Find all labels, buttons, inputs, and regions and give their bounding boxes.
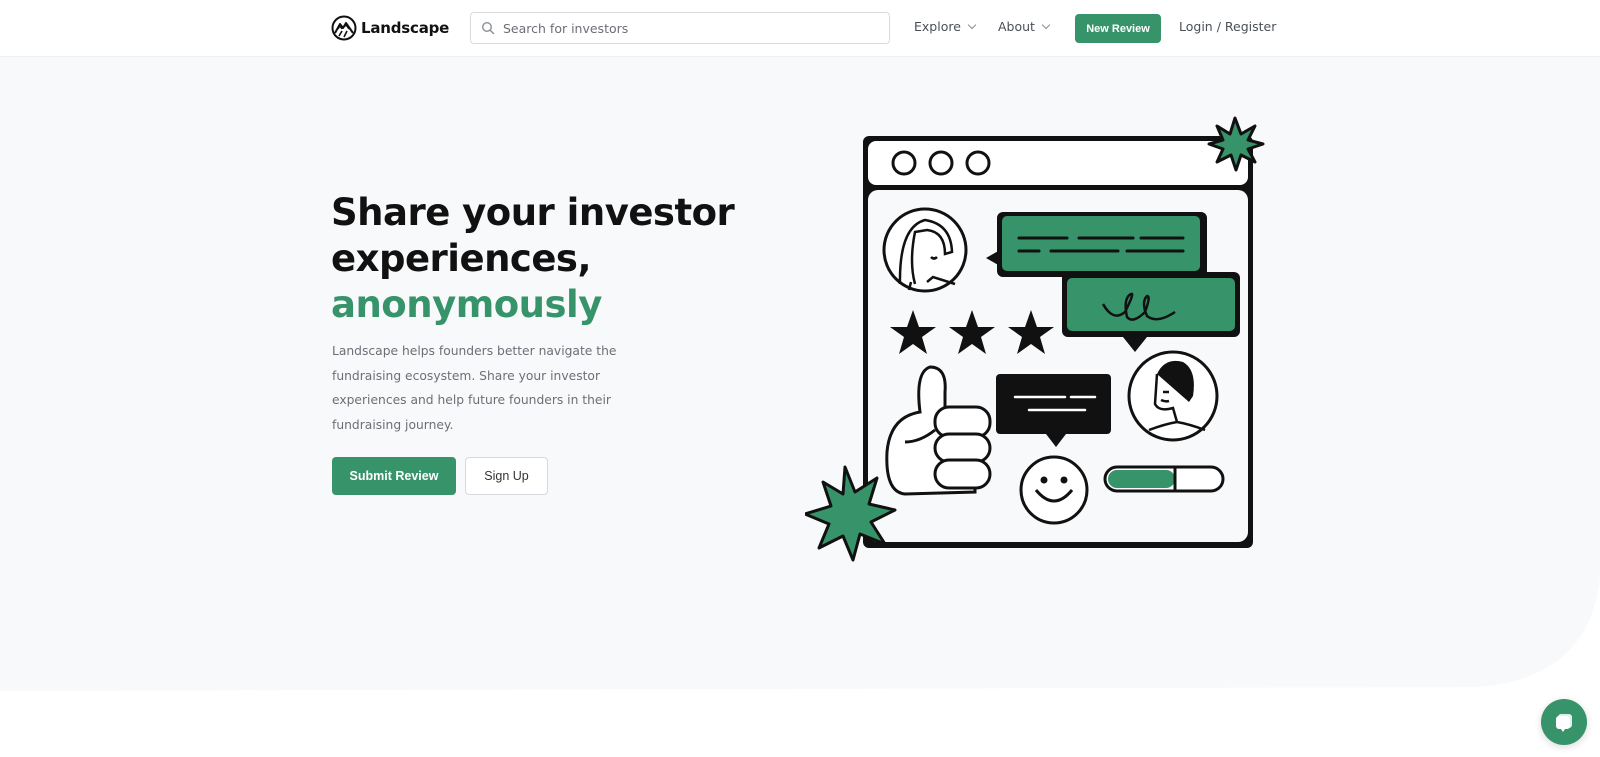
- top-navbar: Landscape Explore About New Review Login…: [0, 0, 1600, 57]
- window-dot-icon: [891, 150, 917, 176]
- progress-bar: [1103, 465, 1225, 493]
- submit-review-button[interactable]: Submit Review: [332, 457, 456, 495]
- search-input[interactable]: [503, 20, 863, 36]
- green-starburst-icon: [1207, 116, 1265, 172]
- hero-illustration: [805, 116, 1265, 562]
- progress-bar-fill: [1108, 470, 1175, 488]
- nav-explore-dropdown[interactable]: Explore: [914, 19, 977, 34]
- nav-about-label: About: [998, 19, 1035, 34]
- sign-up-button[interactable]: Sign Up: [465, 457, 548, 495]
- browser-titlebar: [868, 141, 1248, 185]
- hero-title-line1: Share your investor: [331, 191, 735, 234]
- hero-description: Landscape helps founders better navigate…: [332, 344, 617, 432]
- search-icon: [481, 21, 495, 35]
- new-review-button[interactable]: New Review: [1075, 14, 1161, 43]
- window-dot-icon: [928, 150, 954, 176]
- chevron-down-icon: [1041, 20, 1051, 29]
- search-box[interactable]: [470, 12, 890, 44]
- brand-logo[interactable]: Landscape: [331, 15, 449, 41]
- smiley-face-icon: [1019, 455, 1089, 525]
- brand-name: Landscape: [361, 19, 450, 37]
- green-speech-bubble-icon: [986, 212, 1207, 277]
- hero-title-accent: anonymously: [331, 283, 602, 326]
- woman-avatar-icon: [882, 207, 968, 293]
- hero-title: Share your investor experiences, anonymo…: [331, 190, 735, 328]
- login-register-link[interactable]: Login / Register: [1179, 19, 1276, 34]
- chat-support-button[interactable]: [1541, 699, 1587, 745]
- window-dot-icon: [965, 150, 991, 176]
- chevron-down-icon: [967, 20, 977, 29]
- man-avatar-icon: [1127, 350, 1219, 442]
- mountain-logo-icon: [331, 15, 357, 41]
- chat-bubble-icon: [1556, 714, 1572, 732]
- nav-explore-label: Explore: [914, 19, 961, 34]
- nav-about-dropdown[interactable]: About: [998, 19, 1051, 34]
- hero-title-line2: experiences,: [331, 237, 592, 280]
- hero-background: [0, 57, 1600, 691]
